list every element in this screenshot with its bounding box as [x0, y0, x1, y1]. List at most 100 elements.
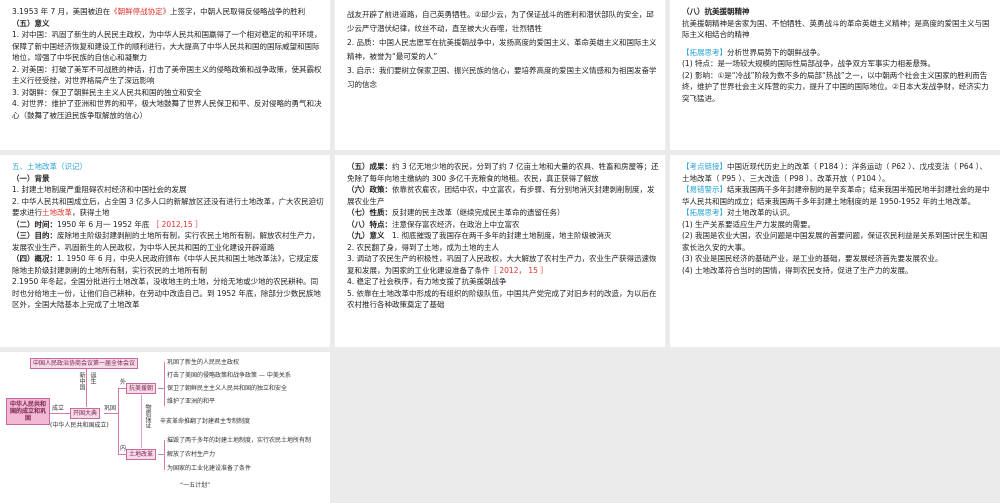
- treaty-line: 3.1953 年 7 月，美国被迫在《朝鲜停战协定》上签字，中朝人民取得反侵略战…: [12, 6, 324, 18]
- kmyc-item: 打击了美国的侵略政策和战争政策 — 中美关系: [167, 372, 291, 379]
- time-line: （二）时间：1950 年 6 月一 1952 年底 ［ 2012,15 ］: [12, 219, 324, 231]
- slide-land-reform-1[interactable]: 五、土地改革（识记） （一）背景 1. 封建土地制度严重阻碍农村经济和中国社会的…: [0, 155, 330, 347]
- list-item: 2. 中华人民共和国成立后，占全国 3 亿多人口的新解放区还没有进行土地改革，广…: [12, 196, 324, 219]
- text: 分析世界局势下的朝鲜战争。: [727, 47, 825, 57]
- label-v1: 新中国: [78, 372, 85, 390]
- section-heading: （八）抗美援朝精神: [682, 7, 750, 16]
- list-item: 1. 对中国：巩固了新生的人民民主政权，为中华人民共和国赢得了一个相对稳定的和平…: [12, 30, 322, 62]
- ref: ［ 2012,15 ］: [151, 219, 203, 229]
- tdgg-item: 解放了农村生产力: [167, 451, 216, 458]
- label: （五）成果：: [347, 162, 392, 171]
- highlight: 土地改革: [42, 208, 72, 217]
- slide-land-reform-2[interactable]: （五）成果：约 3 亿无地少地的农民，分到了约 7 亿亩土地和大量的农具、牲畜和…: [335, 155, 665, 347]
- list-item: 4. 对世界：维护了亚洲和世界的和平，极大地鼓舞了世界人民保卫和平、反对侵略的勇…: [12, 99, 322, 120]
- label: （七）性质：: [347, 208, 392, 217]
- slide-korean-war-significance[interactable]: 3.1953 年 7 月，美国被迫在《朝鲜停战协定》上签字，中朝人民取得反侵略战…: [0, 0, 330, 150]
- text: 废除地主阶级封建剥削的土地所有制，实行农民土地所有制，解放农村生产力，发展农业生…: [12, 231, 320, 252]
- list-item: 2. 农民翻了身，得到了土地，成为土地的主人: [347, 242, 500, 252]
- node-tdgg: 土地改革: [126, 449, 157, 460]
- heading: （一）背景: [12, 173, 50, 183]
- question-line: 【拓展思考】分析世界局势下的朝鲜战争。: [682, 47, 994, 59]
- list-item: (2) 我国是农业大国，农业问题是中国发展的首要问题，保证农民利益是关系到国计民…: [682, 231, 988, 252]
- text: 打击了美国的侵略政策和战争政策: [167, 372, 258, 379]
- text: 中国近现代历史上的改革（ P184 ）：洋务运动（ P62 ）、戊戌变法（ P6…: [682, 162, 988, 183]
- overview-line: 2.1950 年冬起，全国分批进行土地改革，没收地主的土地，分给无地或少地的农民…: [12, 277, 321, 309]
- link-line: 【考点链接】中国近现代历史上的改革（ P184 ）：洋务运动（ P62 ）、戊戌…: [682, 161, 994, 184]
- list-item: (1) 生产关系要适应生产力发展的需要。: [682, 219, 816, 229]
- list-item: 1. 封建土地制度严重阻碍农村经济和中国社会的发展: [12, 185, 187, 194]
- ceremony-node: 开国大典: [70, 408, 101, 419]
- tag: 【易错警示】: [682, 185, 727, 194]
- text: 反封建的民主改革（继续完成民主革命的遗留任务）: [392, 208, 565, 217]
- connector: [104, 413, 118, 414]
- list-item: (3) 农业是国民经济的基础产业，是工业的基础，要发展经济首先要发展农业。: [682, 254, 943, 263]
- list-item: 战友开辟了前进道路，自己英勇牺牲。②邱少云，为了保证战斗的胜利和潜伏部队的安全，…: [347, 10, 654, 33]
- slide-land-reform-3[interactable]: 【考点链接】中国近现代历史上的改革（ P184 ）：洋务运动（ P62 ）、戊戌…: [670, 155, 1000, 347]
- list-item: 3. 对朝鲜：保卫了朝鲜民主主义人民共和国的独立和安全: [12, 87, 202, 97]
- text: 依靠贫农雇农，团结中农，中立富农，有步骤、有分别地消灭封建剥削制度，发展农业生产: [347, 185, 655, 206]
- kmyc-item: 巩固了新生的人民民主政权: [167, 359, 240, 366]
- text: 中美关系: [266, 372, 291, 379]
- list-item: (4) 土地改革符合当时的国情，得到农民支持，促进了生产力的发展。: [682, 265, 913, 275]
- list-item: 4. 稳定了社会秩序，有力地支援了抗美援朝战争: [347, 277, 507, 286]
- text: 1. 彻底摧毁了我国存在两千多年的封建土地制度，地主阶级被消灭: [384, 231, 612, 240]
- list-item: 3. 启示：我们要树立保家卫国、振兴民族的信心，要培养高度的爱国主义情感和为祖国…: [347, 66, 657, 89]
- root-node: 中华人民共和国的成立和巩固: [6, 398, 50, 425]
- section-heading: （五）意义: [12, 18, 50, 28]
- connector: [118, 388, 126, 389]
- connector: [86, 369, 87, 407]
- label-consolidate: 巩固: [104, 405, 117, 412]
- node-kmyc: 抗美援朝: [126, 383, 157, 394]
- text: ，获得土地: [72, 208, 110, 217]
- feature-line: （八）特点：注意保存富农经济，在政治上中立富农: [347, 219, 659, 231]
- list-item: 5. 依靠在土地改革中形成的有组织的阶级队伍，中国共产党完成了对旧乡村的改造，为…: [347, 288, 657, 310]
- section-title: 五、土地改革（识记）: [12, 162, 87, 171]
- text: 注意保存富农经济，在政治上中立富农: [392, 219, 520, 229]
- top-node: 中国人民政治协商会议第一届全体会议: [30, 358, 139, 369]
- list-item: 2. 对美国：打破了美军不可战胜的神话，打击了美帝国主义的侵略政策和战争政策，使…: [12, 64, 322, 86]
- text: 约 3 亿无地少地的农民，分到了约 7 亿亩土地和大量的农具、牲畜和房屋等；还免…: [347, 162, 659, 183]
- tag: 【拓展思考】: [682, 47, 727, 57]
- question-line: 【拓展思考】对土地改革的认识。: [682, 207, 994, 219]
- text: 1950 年 6 月一 1952 年底: [57, 219, 150, 229]
- slide-heroes[interactable]: 战友开辟了前进道路，自己英勇牺牲。②邱少云，为了保证战斗的胜利和潜伏部队的安全，…: [335, 0, 665, 150]
- text: 上签字，中朝人民取得反侵略战争的胜利: [170, 7, 306, 16]
- tdgg-item: 摧毁了两千多年的封建土地制度，实行农民土地所有制: [167, 437, 312, 444]
- connector: [164, 440, 165, 470]
- label: （六）政策：: [347, 185, 392, 194]
- result-line: （五）成果：约 3 亿无地少地的农民，分到了约 7 亿亩土地和大量的农具、牲畜和…: [347, 161, 659, 184]
- list-item: 3. 调动了农民生产的积极性，巩固了人民政权，大大解放了农村生产力，农业生产获得…: [347, 253, 659, 276]
- label: （三）目的：: [12, 231, 57, 240]
- label: （二）时间：: [12, 219, 57, 229]
- tag: 【拓展思考】: [682, 208, 727, 217]
- kmyc-item: 维护了亚洲的和平: [167, 398, 216, 405]
- connector: [50, 413, 70, 414]
- slide-spirit[interactable]: （八）抗美援朝精神 抗美援朝精神是舍家为国、不怕牺牲、英勇战斗的革命英雄主义精神…: [670, 0, 1000, 150]
- label: （八）特点：: [347, 219, 392, 229]
- list-item: (2) 影响：①是“冷战”阶段为数不多的局部“热战”之一，以中朝两个社会主义国家…: [682, 70, 989, 103]
- xinhai-note: 辛亥革命推翻了封建君主专制制度: [160, 418, 251, 425]
- overview-line: （四）概况：1. 1950 年 6 月，中央人民政府颁布《中华人民共和国土地改革…: [12, 253, 324, 276]
- connector: [118, 388, 119, 454]
- label-material: 物质保证: [144, 404, 151, 428]
- label-v2: 诞生: [89, 372, 96, 384]
- label-established: 成立: [52, 405, 65, 412]
- connector: [164, 362, 165, 406]
- ref: ［ 2012， 15 ］: [489, 265, 548, 275]
- ceremony-note: (中华人民共和国成立): [50, 422, 109, 429]
- tdgg-item: 为国家的工业化建设准备了条件: [167, 465, 252, 472]
- label: （四）概况：: [12, 254, 57, 263]
- connector: [141, 395, 142, 448]
- text: 3.1953 年 7 月，美国被迫在: [12, 7, 111, 16]
- text: 结束我国两千多年封建帝制的是辛亥革命；结束我国半殖民地半封建社会的是中华人民共和…: [682, 185, 990, 206]
- nature-line: （七）性质：反封建的民主改革（继续完成民主革命的遗留任务）: [347, 207, 659, 219]
- goal-line: （三）目的：废除地主阶级封建剥削的土地所有制，实行农民土地所有制，解放农村生产力…: [12, 230, 324, 253]
- connector: [118, 454, 126, 455]
- list-item: 2. 品质：中国人民志愿军在抗美援朝战争中，发扬高度的爱国主义、革命英雄主义和国…: [347, 38, 657, 61]
- slide-mind-map[interactable]: 中国人民政治协商会议第一届全体会议 新中国 诞生 中华人民共和国的成立和巩固 成…: [0, 352, 330, 503]
- plan-note: “一五计划”: [180, 482, 211, 489]
- label: （九）意义: [347, 231, 385, 240]
- meaning-line: （九）意义 1. 彻底摧毁了我国存在两千多年的封建土地制度，地主阶级被消灭: [347, 230, 659, 242]
- kmyc-item: 保卫了朝鲜民主主义人民共和国的独立和安全: [167, 385, 288, 392]
- treaty-name: 《朝鲜停战协定》: [110, 7, 171, 16]
